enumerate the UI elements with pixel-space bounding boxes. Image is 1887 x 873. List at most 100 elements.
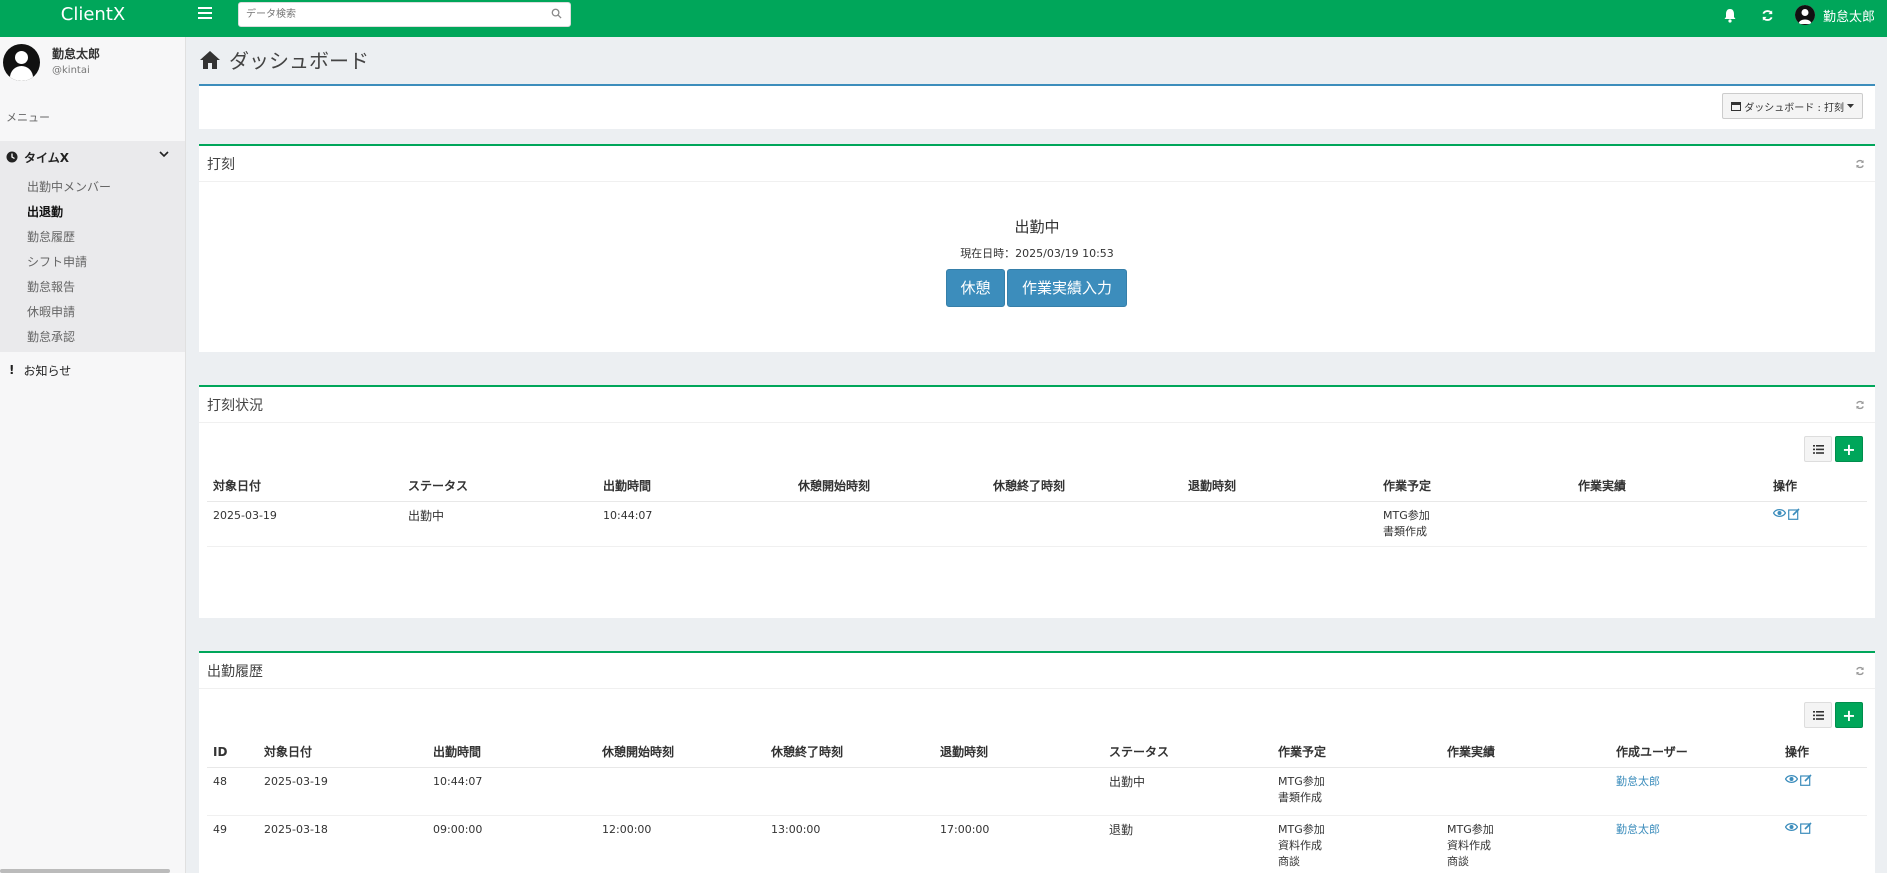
- edit-icon[interactable]: [1800, 773, 1812, 786]
- column-header[interactable]: ID: [207, 737, 258, 768]
- sidebar-item-clock-in-out[interactable]: 出退勤: [0, 200, 185, 225]
- punch-status-box: 打刻状況 + 対象日付 ステータス 出勤時間 休憩開始時刻 休憩終了時刻 退勤時…: [199, 385, 1875, 618]
- column-header[interactable]: 作業予定: [1272, 737, 1441, 768]
- column-header[interactable]: 作業予定: [1377, 471, 1572, 502]
- plus-icon: +: [1842, 705, 1856, 725]
- column-header[interactable]: 出勤時間: [427, 737, 596, 768]
- column-header: 操作: [1779, 737, 1867, 768]
- table-header-row: ID 対象日付 出勤時間 休憩開始時刻 休憩終了時刻 退勤時刻 ステータス 作業…: [207, 737, 1867, 768]
- cell-plan: MTG参加 資料作成 商談: [1272, 815, 1441, 873]
- table-tools: +: [1804, 436, 1863, 462]
- result-item: 商談: [1447, 854, 1469, 868]
- column-header[interactable]: 退勤時刻: [1182, 471, 1377, 502]
- list-view-button[interactable]: [1804, 702, 1832, 728]
- current-datetime: 現在日時：2025/03/19 10:53: [960, 247, 1114, 260]
- sidebar-item-notice[interactable]: ! お知らせ: [0, 352, 185, 388]
- add-button[interactable]: +: [1835, 436, 1863, 462]
- work-record-button[interactable]: 作業実績入力: [1007, 269, 1127, 307]
- search-input[interactable]: [239, 3, 529, 26]
- user-link[interactable]: 勤怠太郎: [1616, 823, 1660, 836]
- column-header[interactable]: 退勤時刻: [934, 737, 1103, 768]
- attendance-history-box: 出勤履歴 + ID 対象日付 出勤時間 休憩開始時刻 休憩終了時刻 退勤時刻 ス…: [199, 651, 1875, 873]
- edit-icon[interactable]: [1788, 507, 1800, 520]
- eye-icon[interactable]: [1785, 774, 1798, 784]
- profile-name: 勤怠太郎: [52, 47, 101, 61]
- caret-down-icon: [1847, 103, 1854, 108]
- plus-icon: +: [1842, 439, 1856, 459]
- box-header: 打刻: [199, 146, 1875, 182]
- cell-break-end: [765, 767, 934, 816]
- cell-end: 17:00:00: [934, 815, 1103, 873]
- cell-result: MTG参加 資料作成 商談: [1441, 815, 1610, 873]
- refresh-icon[interactable]: [1855, 399, 1865, 413]
- list-view-button[interactable]: [1804, 436, 1832, 462]
- column-header[interactable]: 休憩開始時刻: [792, 471, 987, 502]
- sidebar-scrollbar[interactable]: [0, 869, 170, 873]
- cell-start: 10:44:07: [427, 767, 596, 816]
- column-header[interactable]: 対象日付: [207, 471, 402, 502]
- user-link[interactable]: 勤怠太郎: [1616, 775, 1660, 788]
- cell-date: 2025-03-19: [207, 501, 402, 547]
- search-icon[interactable]: [551, 8, 562, 22]
- cell-id: 49: [207, 815, 258, 873]
- refresh-icon[interactable]: [1749, 0, 1787, 30]
- menu-group-toggle[interactable]: タイムX: [0, 141, 185, 173]
- column-header[interactable]: ステータス: [402, 471, 597, 502]
- avatar: [1794, 5, 1815, 25]
- edit-icon[interactable]: [1800, 821, 1812, 834]
- hamburger-menu-icon[interactable]: [198, 7, 212, 21]
- sidebar-item-label: お知らせ: [23, 363, 72, 378]
- plan-item: 資料作成: [1278, 838, 1322, 852]
- result-item: 資料作成: [1447, 838, 1491, 852]
- refresh-icon[interactable]: [1855, 665, 1865, 679]
- bell-icon[interactable]: [1711, 0, 1749, 30]
- home-icon: [200, 50, 220, 69]
- refresh-icon[interactable]: [1855, 158, 1865, 172]
- search-box: [238, 2, 571, 27]
- avatar: [3, 44, 40, 81]
- main-content: ダッシュボード ダッシュボード : 打刻 打刻 出勤中 現在日時：2025/03…: [187, 37, 1887, 873]
- break-button[interactable]: 休憩: [946, 269, 1005, 307]
- cell-status: 出勤中: [1103, 767, 1272, 816]
- table-row: 2025-03-19 出勤中 10:44:07 MTG参加 書類作成: [207, 501, 1867, 547]
- column-header[interactable]: 休憩終了時刻: [765, 737, 934, 768]
- cell-end: [934, 767, 1103, 816]
- cell-user: 勤怠太郎: [1610, 767, 1779, 816]
- sidebar-item-attendance-history[interactable]: 勤怠履歴: [0, 225, 185, 250]
- user-menu[interactable]: 勤怠太郎: [1787, 5, 1887, 25]
- eye-icon[interactable]: [1773, 508, 1786, 518]
- punch-status: 出勤中: [1014, 218, 1060, 236]
- column-header[interactable]: 出勤時間: [597, 471, 792, 502]
- plan-item: 書類作成: [1383, 524, 1427, 538]
- calendar-icon: [1731, 101, 1742, 111]
- column-header[interactable]: 作業実績: [1572, 471, 1767, 502]
- dashboard-dropdown[interactable]: ダッシュボード : 打刻: [1722, 93, 1863, 119]
- cell-start: 10:44:07: [597, 501, 792, 547]
- column-header[interactable]: 休憩終了時刻: [987, 471, 1182, 502]
- cell-plan: MTG参加 書類作成: [1377, 501, 1572, 547]
- sidebar-item-attendance-report[interactable]: 勤怠報告: [0, 275, 185, 300]
- list-icon: [1812, 710, 1824, 720]
- sidebar-item-leave-request[interactable]: 休暇申請: [0, 300, 185, 325]
- column-header[interactable]: 作業実績: [1441, 737, 1610, 768]
- attendance-history-table: ID 対象日付 出勤時間 休憩開始時刻 休憩終了時刻 退勤時刻 ステータス 作業…: [207, 737, 1867, 873]
- app-logo[interactable]: ClientX: [0, 0, 186, 37]
- add-button[interactable]: +: [1835, 702, 1863, 728]
- sidebar-item-shift-request[interactable]: シフト申請: [0, 250, 185, 275]
- user-profile: 勤怠太郎 @kintai: [0, 37, 185, 109]
- box-title: 打刻: [207, 157, 235, 173]
- cell-actions: [1767, 501, 1867, 547]
- eye-icon[interactable]: [1785, 822, 1798, 832]
- column-header[interactable]: 対象日付: [258, 737, 427, 768]
- cell-result: [1572, 501, 1767, 547]
- plan-item: 書類作成: [1278, 790, 1322, 804]
- punch-box: 打刻 出勤中 現在日時：2025/03/19 10:53 休憩 作業実績入力: [199, 144, 1875, 352]
- sidebar-item-attendance-approval[interactable]: 勤怠承認: [0, 325, 185, 350]
- clock-icon: [6, 151, 18, 163]
- column-header[interactable]: ステータス: [1103, 737, 1272, 768]
- box-header: 打刻状況: [199, 387, 1875, 423]
- sidebar-item-working-members[interactable]: 出勤中メンバー: [0, 175, 185, 200]
- column-header: 操作: [1767, 471, 1867, 502]
- column-header[interactable]: 休憩開始時刻: [596, 737, 765, 768]
- column-header[interactable]: 作成ユーザー: [1610, 737, 1779, 768]
